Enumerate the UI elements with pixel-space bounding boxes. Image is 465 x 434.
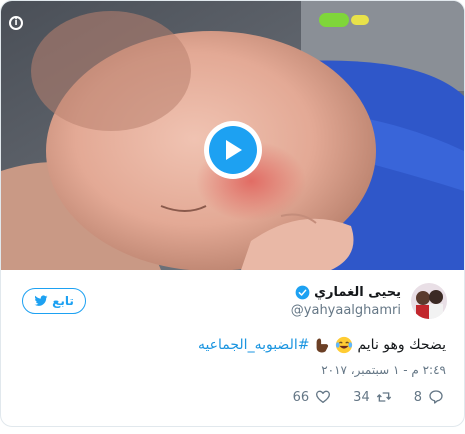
tweet-author[interactable]: يحيى الغماري @yahyaalghamri: [291, 283, 447, 319]
reply-button[interactable]: 8: [414, 389, 444, 405]
pointing-hand-icon: [317, 338, 329, 353]
info-icon[interactable]: i: [9, 16, 23, 30]
tweet-actions: 8 34 66: [293, 389, 444, 405]
reply-count: 8: [413, 389, 422, 405]
like-button[interactable]: 66: [293, 389, 332, 405]
author-display-name[interactable]: يحيى الغماري: [314, 285, 401, 300]
retweet-button[interactable]: 34: [353, 389, 392, 405]
video-thumbnail[interactable]: i: [1, 1, 464, 270]
play-icon: [209, 126, 257, 174]
hashtag-link[interactable]: #الضبوبه_الجماعيه: [198, 337, 310, 353]
twitter-bird-icon: [34, 295, 48, 306]
follow-button[interactable]: تابع: [22, 288, 86, 314]
heart-icon: [316, 390, 331, 403]
tweet-timestamp[interactable]: ٢:٤٩ م - ١ سبتمبر، ٢٠١٧: [321, 363, 446, 377]
tweet-text: يضحك وهو نايم #الضبوبه_الجماعيه: [198, 336, 446, 354]
verified-badge-icon: [295, 285, 310, 299]
embedded-tweet-card: i يحيى الغماري @yahyaalghamri تابع يضحك …: [0, 0, 465, 427]
follow-label: تابع: [52, 294, 74, 308]
tweet-body: يضحك وهو نايم: [357, 337, 446, 353]
play-button[interactable]: [204, 121, 262, 179]
reply-icon: [429, 390, 443, 404]
retweet-icon: [376, 392, 391, 402]
author-names: يحيى الغماري @yahyaalghamri: [291, 285, 401, 318]
avatar[interactable]: [411, 283, 447, 319]
like-count: 66: [292, 389, 310, 405]
retweet-count: 34: [353, 389, 370, 405]
face-with-tears-of-joy-icon: [336, 336, 353, 354]
author-handle[interactable]: @yahyaalghamri: [291, 303, 401, 318]
